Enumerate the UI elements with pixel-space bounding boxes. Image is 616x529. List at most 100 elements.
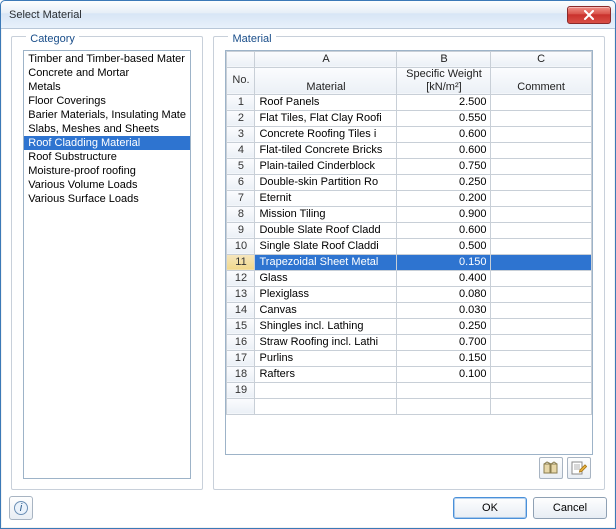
cell-material[interactable]: Roof Panels	[255, 94, 397, 110]
table-row[interactable]: 8Mission Tiling0.900	[227, 206, 591, 222]
cell-comment[interactable]	[491, 158, 591, 174]
category-item[interactable]: Various Volume Loads	[24, 178, 190, 192]
cell-weight[interactable]: 0.600	[397, 142, 491, 158]
cell-material[interactable]: Plexiglass	[255, 286, 397, 302]
category-item[interactable]: Moisture-proof roofing	[24, 164, 190, 178]
cell-material[interactable]: Flat-tiled Concrete Bricks	[255, 142, 397, 158]
table-row[interactable]: 5Plain-tailed Cinderblock0.750	[227, 158, 591, 174]
cell-weight[interactable]: 0.700	[397, 334, 491, 350]
category-item[interactable]: Slabs, Meshes and Sheets	[24, 122, 190, 136]
category-item[interactable]: Metals	[24, 80, 190, 94]
grid-col-header-comment[interactable]: Comment	[491, 67, 591, 94]
table-row-empty[interactable]: 19	[227, 382, 591, 398]
cell-material[interactable]: Plain-tailed Cinderblock	[255, 158, 397, 174]
cell-material[interactable]: Shingles incl. Lathing	[255, 318, 397, 334]
cancel-button[interactable]: Cancel	[533, 497, 607, 519]
category-item[interactable]: Various Surface Loads	[24, 192, 190, 206]
cell-comment[interactable]	[491, 206, 591, 222]
library-button[interactable]	[539, 457, 563, 479]
table-row[interactable]: 14Canvas0.030	[227, 302, 591, 318]
cell-weight[interactable]: 0.250	[397, 318, 491, 334]
cell-weight[interactable]: 0.500	[397, 238, 491, 254]
edit-button[interactable]	[567, 457, 591, 479]
table-row[interactable]: 12Glass0.400	[227, 270, 591, 286]
cell-weight[interactable]: 0.150	[397, 254, 491, 270]
category-list[interactable]: Timber and Timber-based MaterConcrete an…	[23, 50, 191, 479]
cell-comment[interactable]	[491, 350, 591, 366]
cell-comment[interactable]	[491, 190, 591, 206]
cell-empty[interactable]	[255, 382, 397, 398]
cell-comment[interactable]	[491, 110, 591, 126]
table-row[interactable]: 9Double Slate Roof Cladd0.600	[227, 222, 591, 238]
cell-comment[interactable]	[491, 254, 591, 270]
cell-material[interactable]: Straw Roofing incl. Lathi	[255, 334, 397, 350]
cell-weight[interactable]: 0.550	[397, 110, 491, 126]
cell-comment[interactable]	[491, 318, 591, 334]
table-row[interactable]: 4Flat-tiled Concrete Bricks0.600	[227, 142, 591, 158]
table-row[interactable]: 15Shingles incl. Lathing0.250	[227, 318, 591, 334]
table-row[interactable]: 6Double-skin Partition Ro0.250	[227, 174, 591, 190]
cell-material[interactable]: Glass	[255, 270, 397, 286]
cell-material[interactable]: Flat Tiles, Flat Clay Roofi	[255, 110, 397, 126]
cell-comment[interactable]	[491, 286, 591, 302]
cell-material[interactable]: Concrete Roofing Tiles i	[255, 126, 397, 142]
cell-material[interactable]: Trapezoidal Sheet Metal	[255, 254, 397, 270]
cell-comment[interactable]	[491, 366, 591, 382]
category-item[interactable]: Timber and Timber-based Mater	[24, 52, 190, 66]
table-row[interactable]: 1Roof Panels2.500	[227, 94, 591, 110]
grid-col-header-material[interactable]: Material	[255, 67, 397, 94]
category-item[interactable]: Floor Coverings	[24, 94, 190, 108]
grid-col-letter-c[interactable]: C	[491, 51, 591, 67]
table-row[interactable]: 17Purlins0.150	[227, 350, 591, 366]
cell-weight[interactable]: 0.900	[397, 206, 491, 222]
table-row[interactable]: 2Flat Tiles, Flat Clay Roofi0.550	[227, 110, 591, 126]
cell-weight[interactable]: 0.600	[397, 222, 491, 238]
category-item[interactable]: Roof Substructure	[24, 150, 190, 164]
grid-col-letter-b[interactable]: B	[397, 51, 491, 67]
grid-col-letter-a[interactable]: A	[255, 51, 397, 67]
cell-weight[interactable]: 2.500	[397, 94, 491, 110]
cell-weight[interactable]: 0.100	[397, 366, 491, 382]
cell-comment[interactable]	[491, 174, 591, 190]
cell-comment[interactable]	[491, 334, 591, 350]
table-row[interactable]: 7Eternit0.200	[227, 190, 591, 206]
cell-weight[interactable]: 0.080	[397, 286, 491, 302]
cell-material[interactable]: Mission Tiling	[255, 206, 397, 222]
table-row[interactable]: 18Rafters0.100	[227, 366, 591, 382]
table-row[interactable]: 16Straw Roofing incl. Lathi0.700	[227, 334, 591, 350]
cell-material[interactable]: Double-skin Partition Ro	[255, 174, 397, 190]
cell-material[interactable]: Double Slate Roof Cladd	[255, 222, 397, 238]
cell-comment[interactable]	[491, 302, 591, 318]
cell-material[interactable]: Purlins	[255, 350, 397, 366]
material-grid[interactable]: A B C No. Material Specific Weight[kN/m²…	[225, 50, 592, 455]
cell-weight[interactable]: 0.030	[397, 302, 491, 318]
cell-comment[interactable]	[491, 94, 591, 110]
close-button[interactable]	[567, 6, 611, 24]
category-item[interactable]: Roof Cladding Material	[24, 136, 190, 150]
category-item[interactable]: Concrete and Mortar	[24, 66, 190, 80]
cell-weight[interactable]: 0.750	[397, 158, 491, 174]
grid-col-header-weight[interactable]: Specific Weight[kN/m²]	[397, 67, 491, 94]
cell-material[interactable]: Rafters	[255, 366, 397, 382]
cell-comment[interactable]	[491, 222, 591, 238]
cell-weight[interactable]: 0.150	[397, 350, 491, 366]
cell-material[interactable]: Canvas	[255, 302, 397, 318]
cell-weight[interactable]: 0.200	[397, 190, 491, 206]
cell-weight[interactable]: 0.600	[397, 126, 491, 142]
table-row[interactable]: 3Concrete Roofing Tiles i0.600	[227, 126, 591, 142]
table-row[interactable]: 13Plexiglass0.080	[227, 286, 591, 302]
cell-comment[interactable]	[491, 142, 591, 158]
cell-empty[interactable]	[491, 382, 591, 398]
cell-weight[interactable]: 0.250	[397, 174, 491, 190]
help-button[interactable]: i	[9, 496, 33, 520]
cell-material[interactable]: Eternit	[255, 190, 397, 206]
ok-button[interactable]: OK	[453, 497, 527, 519]
cell-empty[interactable]	[397, 382, 491, 398]
cell-comment[interactable]	[491, 126, 591, 142]
cell-material[interactable]: Single Slate Roof Claddi	[255, 238, 397, 254]
category-item[interactable]: Barier Materials, Insulating Mate	[24, 108, 190, 122]
cell-weight[interactable]: 0.400	[397, 270, 491, 286]
table-row[interactable]: 11Trapezoidal Sheet Metal0.150	[227, 254, 591, 270]
cell-comment[interactable]	[491, 270, 591, 286]
table-row[interactable]: 10Single Slate Roof Claddi0.500	[227, 238, 591, 254]
